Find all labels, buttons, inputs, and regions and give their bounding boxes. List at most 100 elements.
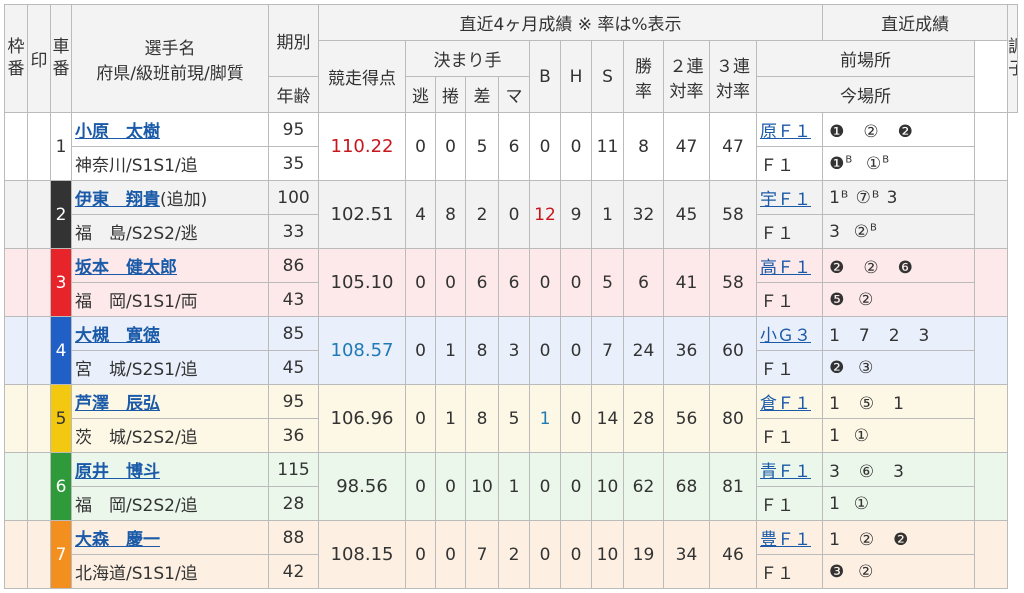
prediction-mark-cell[interactable] [27,248,51,317]
h-header: H [560,40,592,113]
prediction-mark-cell[interactable] [27,384,51,453]
rider-name-link[interactable]: 伊東 翔貴 [75,190,160,210]
nige-count: 0 [405,316,436,385]
ren3-header-b: 対率 [716,81,750,102]
prediction-mark-cell[interactable] [27,452,51,521]
kimarite-header: 決まり手 [405,40,530,77]
cur-result-2-back-mark: B [869,221,878,233]
prediction-mark-cell[interactable] [27,520,51,589]
nige-count: 0 [405,112,436,181]
s-count: 11 [591,112,624,181]
s-count: 14 [591,384,624,453]
ren3-header: ３連 対率 [709,40,757,113]
ren3-rate: 60 [709,316,757,385]
prev-venue-link[interactable]: 倉Ｆ１ [760,394,811,414]
cur-result-2: ② [858,289,875,310]
cur-result-2: ① [853,425,870,446]
b-count: 12 [529,180,561,249]
ren3-rate: 47 [709,112,757,181]
cur-result-2: ① [853,493,870,514]
prediction-mark-cell[interactable] [27,112,51,181]
waku-header: 枠番 [4,4,28,113]
ren2-header-a: ２連 [669,56,704,77]
age: 42 [268,554,319,589]
cur-venue-grade: Ｆ１ [755,486,824,521]
cur-venue-grade: Ｆ１ [755,146,824,181]
cur-venue-results: 1 ① [822,418,976,453]
prev-venue-link[interactable]: 青Ｆ１ [760,462,811,482]
makuri-count: 0 [435,452,466,521]
win-rate: 24 [623,316,664,385]
makuri-count: 0 [435,112,466,181]
period: 88 [268,520,319,555]
frame-cell [4,316,28,385]
b-count: 1 [529,384,561,453]
rider-row: 2 伊東 翔貴(追加) 100 102.51 4 8 2 0 12 9 1 32 45 58 宇Ｆ１ 1ᴮ ⑦… [4,180,1018,249]
prev-venue-link[interactable]: 豊Ｆ１ [760,530,811,550]
s-header: S [591,40,624,113]
frame-cell [4,248,28,317]
car-number: 4 [50,316,72,385]
win-rate-header-b: 率 [635,81,652,102]
age: 43 [268,282,319,317]
h-count: 0 [560,384,592,453]
rider-name-link[interactable]: 原井 博斗 [75,462,160,482]
race-score: 108.15 [318,520,406,589]
cur-result-gap [845,290,858,310]
prev-venue-results: ❷ ② ❻ [822,248,976,283]
mark-count: 1 [498,452,530,521]
ren2-rate: 56 [663,384,710,453]
rider-name-link[interactable]: 坂本 健太郎 [75,258,177,278]
prediction-mark-cell[interactable] [27,316,51,385]
cur-venue-grade: Ｆ１ [755,350,824,385]
prev-venue-link[interactable]: 小Ｇ３ [760,326,811,346]
rider-prefecture-class: 福 岡/S1S1/両 [71,282,269,317]
prev-venue-link[interactable]: 原Ｆ１ [760,122,811,142]
makuri-count: 8 [435,180,466,249]
ren2-header: ２連 対率 [663,40,710,113]
prev-venue-results: 1 ② ❷ [822,520,976,555]
age: 33 [268,214,319,249]
rider-name-link[interactable]: 芦澤 辰弘 [75,394,160,414]
rider-name-link[interactable]: 大槻 寛徳 [75,326,160,346]
frame-cell [4,520,28,589]
cur-result-gap [853,154,866,174]
race-score: 98.56 [318,452,406,521]
b-count: 0 [529,520,561,589]
b-count: 0 [529,248,561,317]
cur-result-2: ① [866,153,883,174]
b-count: 0 [529,452,561,521]
cur-venue-results: 3 ②B [822,214,976,249]
rider-prefecture-class: 神奈川/S1S1/追 [71,146,269,181]
recent-results-header: 直近成績 [822,4,1009,41]
age: 36 [268,418,319,453]
car-number: 2 [50,180,72,249]
cur-result-2: ③ [858,357,875,378]
makuri-count: 0 [435,248,466,317]
makuri-count: 1 [435,316,466,385]
prev-venue-results: 1 ⑤ 1 [822,384,976,419]
ren2-header-b: 対率 [669,81,704,102]
race-entry-table: 枠番 印 車番 選手名 府県/級班前現/脚質 期別 直近4ヶ月成績 ※ 率は%表… [4,4,1018,589]
sashi-count: 8 [465,316,499,385]
cur-result-gap [841,494,854,514]
makuri-header: 捲 [435,76,466,113]
rider-name-link[interactable]: 大森 慶一 [75,530,160,550]
cur-result-gap [841,222,854,242]
mark-count: 2 [498,520,530,589]
h-count: 0 [560,248,592,317]
condition-cell [974,452,1009,521]
prev-venue-link[interactable]: 高Ｆ１ [760,258,811,278]
prev-venue-link[interactable]: 宇Ｆ１ [760,190,811,210]
prediction-mark-cell[interactable] [27,180,51,249]
rider-name-link[interactable]: 小原 太樹 [75,122,160,142]
condition-cell [974,316,1009,385]
condition-cell [974,384,1009,453]
b-count: 0 [529,112,561,181]
s-count: 10 [591,452,624,521]
cur-result-2: ② [853,221,870,242]
win-rate: 6 [623,248,664,317]
mark-count: 6 [498,248,530,317]
age-header: 年齢 [268,76,319,113]
period-header: 期別 [268,4,319,77]
